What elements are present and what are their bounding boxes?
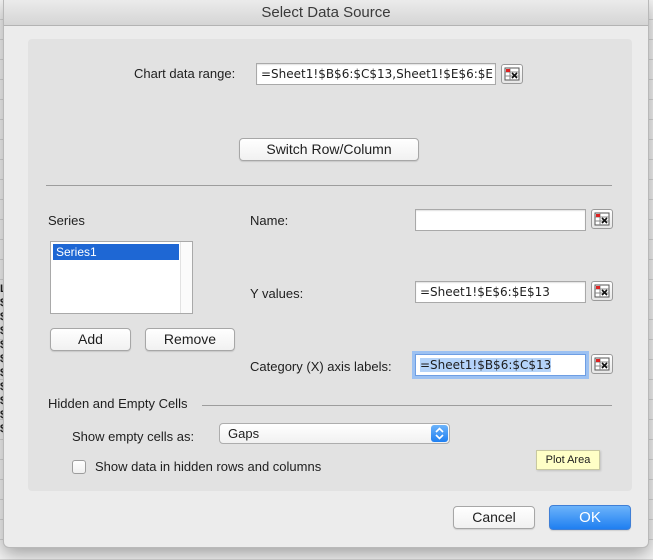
show-empty-select[interactable]: Gaps — [219, 423, 450, 444]
range-selector-icon — [504, 67, 520, 81]
range-selector-icon — [594, 357, 610, 371]
chart-range-picker-button[interactable] — [501, 64, 523, 84]
show-empty-label: Show empty cells as: — [72, 429, 195, 444]
y-values-picker-button[interactable] — [591, 281, 613, 301]
name-picker-button[interactable] — [591, 209, 613, 229]
series-header: Series — [48, 213, 85, 228]
series-list-item[interactable]: Series1 — [53, 244, 179, 260]
category-axis-field[interactable]: =Sheet1!$B$6:$C$13 — [415, 354, 586, 376]
y-values-label: Y values: — [250, 286, 304, 301]
select-data-source-dialog: Select Data Source Chart data range: =Sh… — [3, 0, 649, 548]
dialog-title: Select Data Source — [4, 0, 648, 26]
plot-area-tooltip: Plot Area — [536, 450, 600, 470]
remove-series-button[interactable]: Remove — [145, 328, 235, 351]
chart-data-range-label: Chart data range: — [134, 66, 236, 81]
category-axis-label: Category (X) axis labels: — [250, 359, 392, 374]
category-axis-selection: =Sheet1!$B$6:$C$13 — [420, 358, 552, 372]
dialog-content-panel: Chart data range: =Sheet1!$B$6:$C$13,She… — [28, 39, 632, 491]
ok-button[interactable]: OK — [549, 505, 631, 530]
switch-row-column-button[interactable]: Switch Row/Column — [239, 138, 419, 161]
section-divider — [46, 185, 612, 186]
series-list[interactable]: Series1 — [50, 241, 193, 314]
series-name-field[interactable] — [415, 209, 586, 231]
chart-data-range-field[interactable]: =Sheet1!$B$6:$C$13,Sheet1!$E$6:$E — [256, 63, 496, 85]
y-values-field[interactable]: =Sheet1!$E$6:$E$13 — [415, 281, 586, 303]
category-picker-button[interactable] — [591, 354, 613, 374]
hidden-empty-section-title: Hidden and Empty Cells — [48, 396, 188, 411]
updown-chevron-icon — [431, 425, 448, 442]
cancel-button[interactable]: Cancel — [453, 506, 535, 529]
hidden-rows-checkbox[interactable] — [72, 460, 86, 474]
series-list-scrollbar[interactable] — [180, 242, 192, 313]
hidden-rows-label: Show data in hidden rows and columns — [95, 459, 322, 474]
add-series-button[interactable]: Add — [50, 328, 131, 351]
hidden-section-divider — [202, 405, 612, 406]
range-selector-icon — [594, 212, 610, 226]
name-label: Name: — [250, 213, 289, 228]
show-empty-value: Gaps — [228, 426, 260, 441]
range-selector-icon — [594, 284, 610, 298]
